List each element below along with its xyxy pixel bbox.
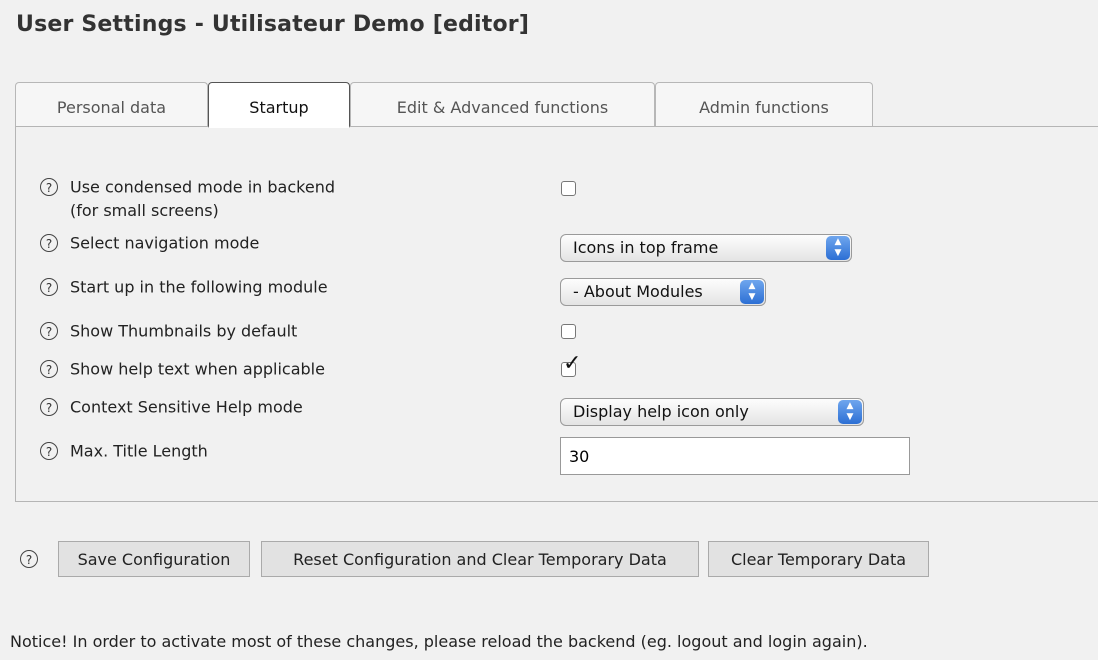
select-value: - About Modules xyxy=(573,282,703,301)
reset-configuration-button[interactable]: Reset Configuration and Clear Temporary … xyxy=(261,541,699,577)
up-down-arrows-icon: ▲ ▼ xyxy=(826,236,850,260)
tab-personal-data[interactable]: Personal data xyxy=(15,82,208,126)
startup-module-select[interactable]: - About Modules ▲ ▼ xyxy=(560,278,766,306)
up-down-arrows-icon: ▲ ▼ xyxy=(838,400,862,424)
tab-startup[interactable]: Startup xyxy=(208,82,350,128)
setting-navigation-mode: ? Select navigation mode xyxy=(40,231,259,256)
setting-show-help-text: ? Show help text when applicable xyxy=(40,357,325,382)
help-icon[interactable]: ? xyxy=(40,359,58,378)
setting-label: Use condensed mode in backend xyxy=(70,177,335,197)
tab-edit-advanced-functions[interactable]: Edit & Advanced functions xyxy=(350,82,655,126)
setting-label: Select navigation mode xyxy=(70,233,260,253)
condensed-mode-checkbox[interactable] xyxy=(561,181,576,196)
max-title-length-input[interactable] xyxy=(560,437,910,475)
help-icon[interactable]: ? xyxy=(40,233,58,252)
navigation-mode-select[interactable]: Icons in top frame ▲ ▼ xyxy=(560,234,852,262)
setting-condensed-mode: ? Use condensed mode in backend xyxy=(40,175,335,200)
clear-temporary-data-button[interactable]: Clear Temporary Data xyxy=(708,541,929,577)
page-title: User Settings - Utilisateur Demo [editor… xyxy=(16,12,530,37)
help-icon[interactable]: ? xyxy=(40,277,58,296)
help-icon[interactable]: ? xyxy=(20,550,38,568)
tab-admin-functions[interactable]: Admin functions xyxy=(655,82,873,126)
setting-label: Context Sensitive Help mode xyxy=(70,397,303,417)
setting-label: Show help text when applicable xyxy=(70,359,325,379)
setting-label: Max. Title Length xyxy=(70,441,208,461)
reload-notice: Notice! In order to activate most of the… xyxy=(10,632,868,651)
setting-sublabel: (for small screens) xyxy=(70,201,219,220)
up-down-arrows-icon: ▲ ▼ xyxy=(740,280,764,304)
startup-settings-panel: ? Use condensed mode in backend (for smal… xyxy=(15,126,1098,502)
setting-label: Show Thumbnails by default xyxy=(70,321,298,341)
help-icon[interactable]: ? xyxy=(40,441,58,460)
setting-csh-mode: ? Context Sensitive Help mode xyxy=(40,395,303,420)
show-thumbnails-checkbox[interactable] xyxy=(561,324,576,339)
setting-startup-module: ? Start up in the following module xyxy=(40,275,328,300)
setting-max-title-length: ? Max. Title Length xyxy=(40,439,208,464)
select-value: Icons in top frame xyxy=(573,238,719,257)
csh-mode-select[interactable]: Display help icon only ▲ ▼ xyxy=(560,398,864,426)
select-value: Display help icon only xyxy=(573,402,749,421)
setting-label: Start up in the following module xyxy=(70,277,328,297)
help-icon[interactable]: ? xyxy=(40,321,58,340)
help-icon[interactable]: ? xyxy=(40,397,58,416)
checkmark-icon: ✓ xyxy=(563,351,582,376)
setting-show-thumbnails: ? Show Thumbnails by default xyxy=(40,319,297,344)
save-configuration-button[interactable]: Save Configuration xyxy=(58,541,250,577)
help-icon[interactable]: ? xyxy=(40,177,58,196)
show-help-text-checkbox[interactable]: ✓ xyxy=(561,353,581,377)
